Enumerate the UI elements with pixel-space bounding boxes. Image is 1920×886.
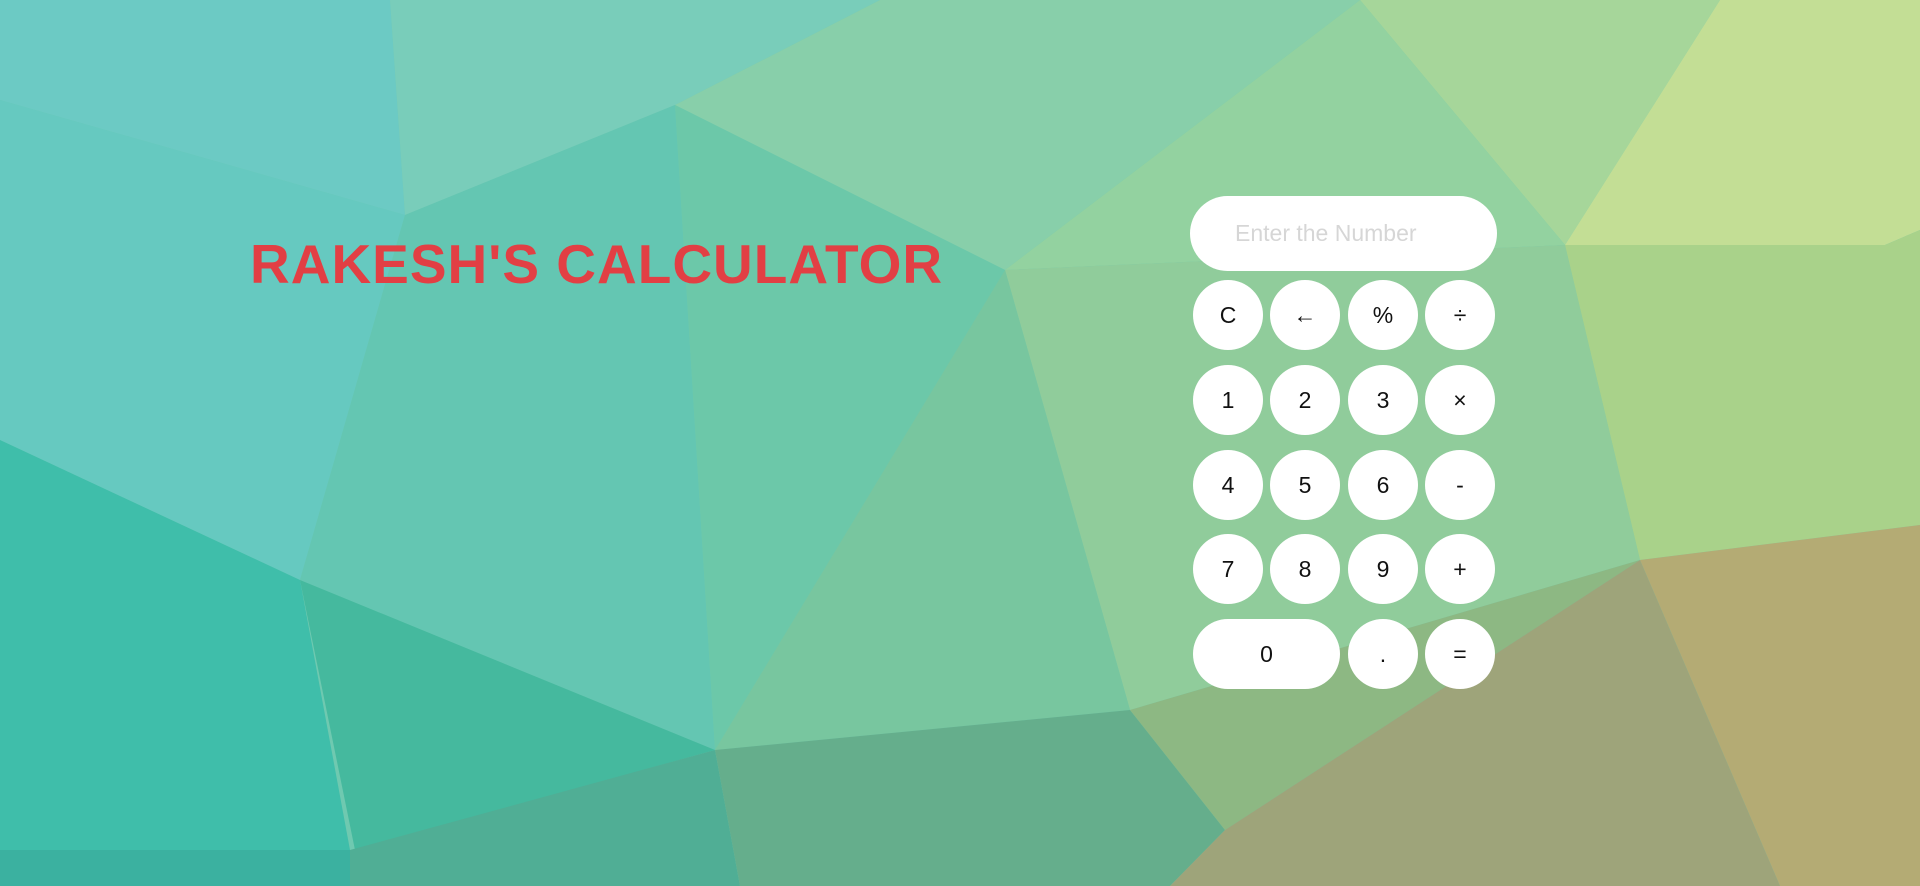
digit-8-button[interactable]: 8 (1270, 534, 1340, 604)
digit-9-button[interactable]: 9 (1348, 534, 1418, 604)
low-poly-background (0, 0, 1920, 886)
digit-7-button[interactable]: 7 (1193, 534, 1263, 604)
page-title: RAKESH'S CALCULATOR (250, 233, 944, 295)
keypad: C ←% ÷ 1 2 3 × 4 5 6- 7 8 9 +0. = (1190, 280, 1498, 700)
divide-button[interactable]: ÷ (1425, 280, 1495, 350)
digit-6-button[interactable]: 6 (1348, 450, 1418, 520)
digit-2-button[interactable]: 2 (1270, 365, 1340, 435)
multiply-button[interactable]: × (1425, 365, 1495, 435)
digit-0-button[interactable]: 0 (1193, 619, 1340, 689)
digit-3-button[interactable]: 3 (1348, 365, 1418, 435)
equals-button[interactable]: = (1425, 619, 1495, 689)
number-input[interactable] (1190, 196, 1497, 271)
add-button[interactable]: + (1425, 534, 1495, 604)
digit-5-button[interactable]: 5 (1270, 450, 1340, 520)
decimal-button[interactable]: . (1348, 619, 1418, 689)
clear-button[interactable]: C (1193, 280, 1263, 350)
percent-button[interactable]: % (1348, 280, 1418, 350)
digit-4-button[interactable]: 4 (1193, 450, 1263, 520)
digit-1-button[interactable]: 1 (1193, 365, 1263, 435)
backspace-button[interactable]: ← (1270, 280, 1340, 350)
calculator: C←%÷ 123× 456- 789+0.= (1190, 196, 1498, 700)
subtract-button[interactable]: - (1425, 450, 1495, 520)
